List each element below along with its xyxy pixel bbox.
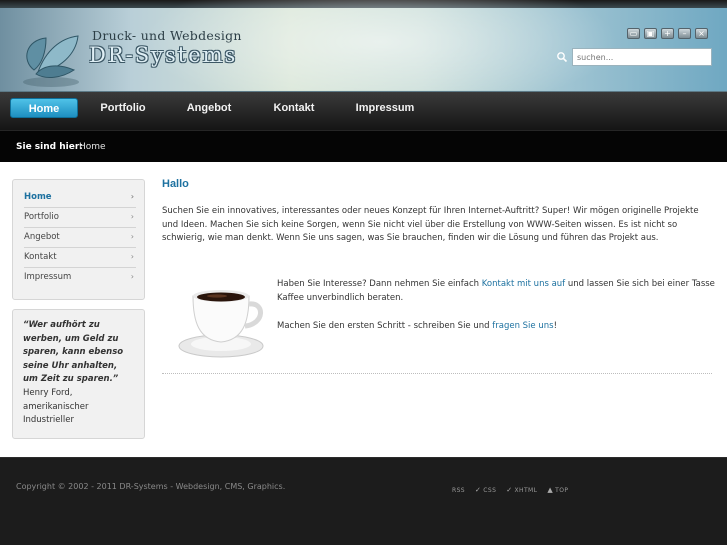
- top-label: TOP: [555, 486, 569, 494]
- nav-item-impressum[interactable]: Impressum: [350, 98, 420, 118]
- quote-box: “Wer aufhört zu werben, um Geld zu spare…: [12, 309, 145, 439]
- footer-links: RSS ✓ CSS ✓ XHTML ▲ TOP: [452, 486, 568, 494]
- quote-author: Henry Ford, amerikanischer Industrieller: [23, 387, 89, 426]
- zoom-in-icon[interactable]: +: [661, 28, 674, 39]
- restore-icon[interactable]: ▣: [644, 28, 657, 39]
- sidebar-item-angebot[interactable]: Angebot ›: [24, 228, 136, 248]
- copyright-text: Copyright © 2002 - 2011 DR-Systems - Web…: [16, 482, 286, 491]
- quote-text: “Wer aufhört zu werben, um Geld zu spare…: [23, 320, 124, 385]
- arrow-up-icon: ▲: [547, 486, 554, 494]
- page-title: Hallo: [162, 178, 189, 190]
- chevron-right-icon: ›: [130, 192, 134, 201]
- footer-link-top[interactable]: ▲ TOP: [547, 486, 568, 494]
- css-label: CSS: [483, 486, 497, 494]
- intro-paragraph: Suchen Sie ein innovatives, interessante…: [162, 206, 699, 243]
- sidebar-item-home[interactable]: Home ›: [24, 188, 136, 208]
- sidebar-menu: Home › Portfolio › Angebot › Kontakt › I…: [12, 179, 145, 300]
- breadcrumb: Sie sind hier: Home: [0, 130, 727, 162]
- content-divider: [162, 373, 712, 374]
- nav-item-portfolio[interactable]: Portfolio: [92, 98, 154, 118]
- sidebar-item-label: Home: [24, 192, 52, 202]
- toolbar-icons: ▭ ▣ + – ×: [627, 28, 708, 39]
- nav-item-angebot[interactable]: Angebot: [179, 98, 239, 118]
- minimize-icon[interactable]: ▭: [627, 28, 640, 39]
- call-to-action: Haben Sie Interesse? Dann nehmen Sie ein…: [277, 278, 717, 347]
- check-icon: ✓: [506, 486, 513, 494]
- cta-paragraph-contact: Haben Sie Interesse? Dann nehmen Sie ein…: [277, 279, 715, 303]
- zoom-out-icon[interactable]: –: [678, 28, 691, 39]
- breadcrumb-label: Sie sind hier:: [16, 142, 83, 152]
- cta-paragraph-ask: Machen Sie den ersten Schritt - schreibe…: [277, 320, 557, 331]
- brand-subtitle: Druck- und Webdesign: [92, 28, 242, 43]
- check-icon: ✓: [475, 486, 482, 494]
- close-icon[interactable]: ×: [695, 28, 708, 39]
- search-icon[interactable]: [556, 51, 568, 63]
- sidebar-item-kontakt[interactable]: Kontakt ›: [24, 248, 136, 268]
- chevron-right-icon: ›: [130, 272, 134, 281]
- xhtml-label: XHTML: [514, 486, 538, 494]
- sidebar-item-label: Kontakt: [24, 252, 57, 262]
- coffee-cup-image: [178, 290, 264, 358]
- brand-title[interactable]: DR-Systems: [89, 43, 237, 67]
- contact-link[interactable]: Kontakt mit uns auf: [482, 279, 565, 289]
- nav-item-home[interactable]: Home: [10, 98, 78, 118]
- sidebar-item-portfolio[interactable]: Portfolio ›: [24, 208, 136, 228]
- footer-link-rss[interactable]: RSS: [452, 486, 465, 494]
- chevron-right-icon: ›: [130, 212, 134, 221]
- main-navigation: Home Portfolio Angebot Kontakt Impressum: [0, 92, 727, 130]
- footer-link-xhtml[interactable]: ✓ XHTML: [506, 486, 537, 494]
- chevron-right-icon: ›: [130, 232, 134, 241]
- site-footer: Copyright © 2002 - 2011 DR-Systems - Web…: [0, 457, 727, 545]
- breadcrumb-current[interactable]: Home: [79, 142, 106, 152]
- search-box: [556, 48, 712, 66]
- search-input[interactable]: [572, 48, 712, 66]
- footer-link-css[interactable]: ✓ CSS: [475, 486, 496, 494]
- ask-us-link[interactable]: fragen Sie uns: [492, 321, 553, 331]
- rss-label: RSS: [452, 486, 465, 494]
- chevron-right-icon: ›: [130, 252, 134, 261]
- sidebar-item-label: Portfolio: [24, 212, 59, 222]
- sidebar-item-label: Impressum: [24, 272, 72, 282]
- sidebar-item-impressum[interactable]: Impressum ›: [24, 268, 136, 288]
- content-area: Hallo Suchen Sie ein innovatives, intere…: [162, 178, 712, 243]
- main-area: Home › Portfolio › Angebot › Kontakt › I…: [0, 162, 727, 457]
- site-header: Druck- und Webdesign DR-Systems ▭ ▣ + – …: [0, 0, 727, 92]
- sidebar-item-label: Angebot: [24, 232, 60, 242]
- leaf-logo-icon: [23, 35, 79, 87]
- nav-item-kontakt[interactable]: Kontakt: [265, 98, 323, 118]
